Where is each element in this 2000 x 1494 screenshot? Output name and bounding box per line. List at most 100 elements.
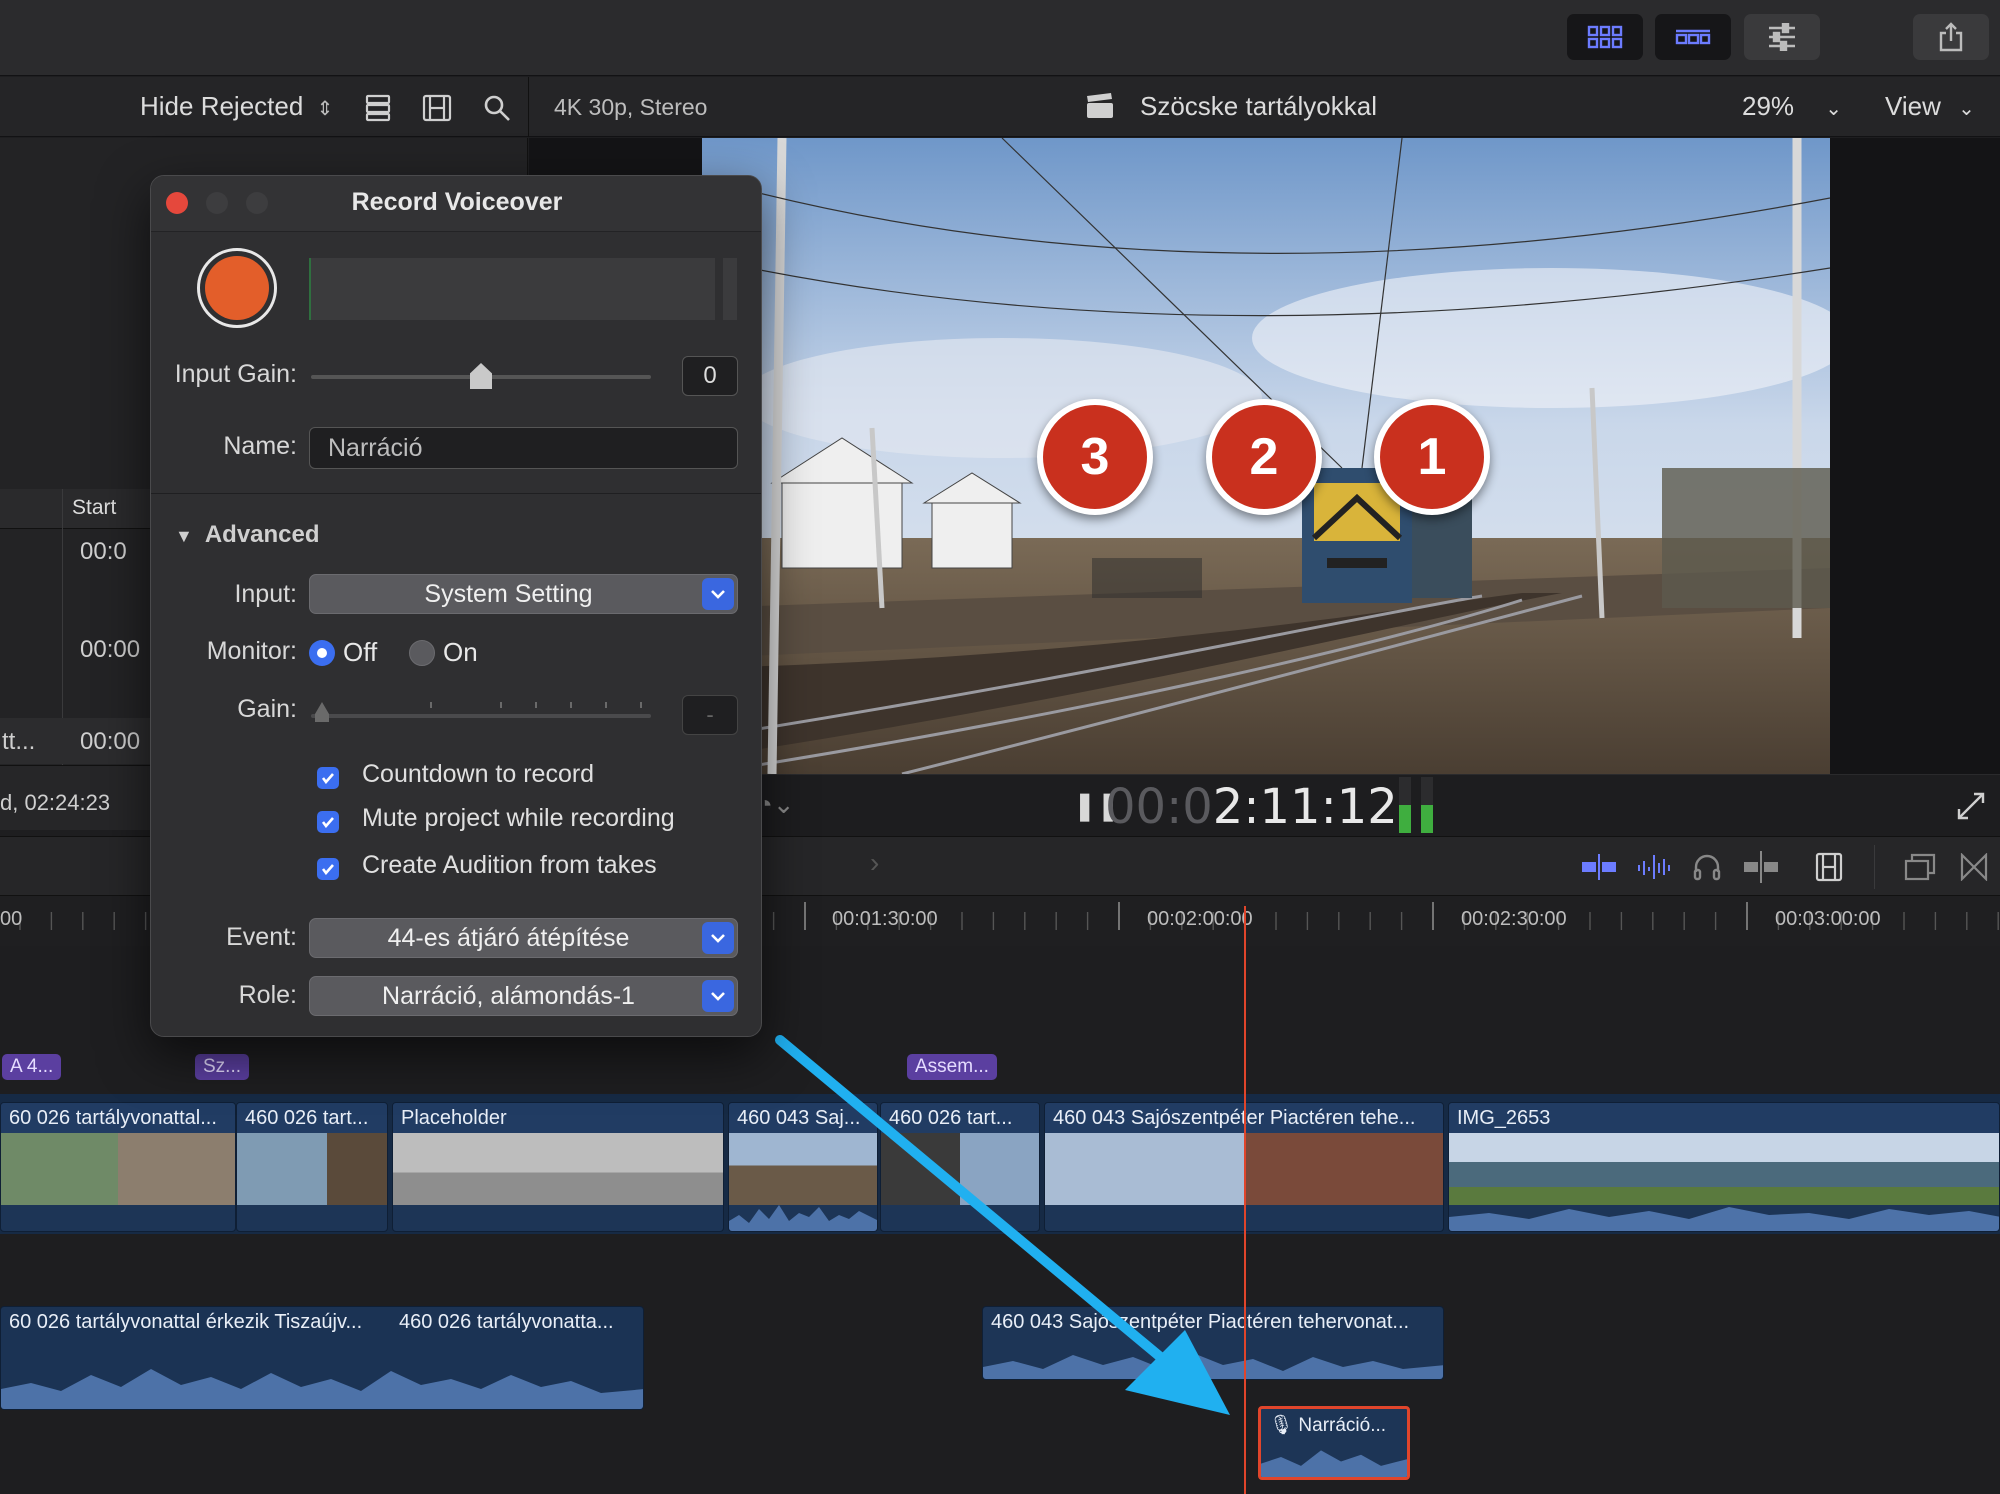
divider [1874, 845, 1875, 889]
annotation-arrow-icon [775, 1035, 1230, 1415]
grid-view-icon [1587, 25, 1623, 49]
gain-field: - [682, 695, 738, 735]
chevron-down-icon [702, 922, 734, 954]
narration-clip[interactable]: 🎙 Narráció... [1258, 1406, 1410, 1480]
fullscreen-icon[interactable] [1956, 791, 1986, 821]
chevron-updown-icon: ⇕ [316, 98, 334, 120]
grid-view-button[interactable] [1567, 14, 1643, 60]
audio-skimming-icon[interactable] [1636, 853, 1672, 881]
checkmark-icon [321, 864, 334, 875]
hide-rejected-filter[interactable]: Hide Rejected ⇕ [140, 91, 333, 122]
view-menu[interactable]: View ⌄ [1885, 91, 1975, 122]
countdown-checkbox[interactable] [317, 767, 339, 789]
clip-skimming-icon[interactable] [1580, 853, 1618, 881]
checkmark-icon [321, 773, 334, 784]
filmstrip-icon[interactable] [422, 94, 452, 122]
clip-title: 🎙 Narráció... [1261, 1409, 1407, 1439]
filmstrip-view-icon [1675, 29, 1711, 45]
mute-project-checkbox[interactable] [317, 811, 339, 833]
audio-clip[interactable]: 60 026 tartályvonattal érkezik Tiszaújv.… [0, 1306, 644, 1410]
callout-badge-2: 2 [1206, 399, 1322, 515]
role-popup[interactable]: Narráció, alámondás-1 [309, 976, 738, 1016]
ruler-label: 00:02:00:00 [1147, 908, 1253, 930]
timeline-view-button[interactable] [1655, 14, 1731, 60]
clip-title: IMG_2653 [1449, 1103, 1999, 1133]
filter-label: Hide Rejected [140, 91, 304, 121]
video-clip[interactable]: IMG_2653 [1448, 1102, 2000, 1232]
list-item[interactable]: 00:00 [80, 636, 140, 664]
input-gain-slider[interactable] [311, 363, 651, 389]
snapping-icon[interactable] [1742, 851, 1780, 883]
inspector-sliders-icon [1769, 23, 1795, 51]
monitor-off-label: Off [343, 637, 378, 667]
timecode-display[interactable]: 00:02:11:12 [1105, 779, 1398, 835]
record-voiceover-dialog: Record Voiceover Input Gain: 0 Name: Nar… [150, 175, 762, 1037]
audio-waveform [1, 1369, 643, 1409]
name-field[interactable]: Narráció [309, 427, 738, 469]
input-value: System Setting [424, 579, 593, 608]
audio-waveform [1261, 1450, 1407, 1477]
gain-slider-ticks [315, 702, 642, 722]
search-icon[interactable] [483, 94, 511, 122]
callout-badge-3: 3 [1037, 399, 1153, 515]
share-button[interactable] [1913, 14, 1989, 60]
input-popup[interactable]: System Setting [309, 574, 738, 614]
headphones-icon[interactable] [1692, 852, 1722, 882]
filmstrip-icon[interactable] [1815, 852, 1843, 882]
clip-thumbnails [393, 1133, 723, 1205]
clip-title: 60 026 tartályvonattal... [1, 1103, 235, 1133]
monitor-label: Monitor: [206, 637, 297, 665]
countdown-label: Countdown to record [362, 760, 595, 788]
transitions-icon[interactable] [1960, 853, 1988, 881]
slider-thumb[interactable] [470, 363, 492, 389]
advanced-disclosure[interactable]: ▼ Advanced [175, 521, 320, 549]
placeholder-clip[interactable]: Placeholder [392, 1102, 724, 1232]
ruler-label: 00:01:30:00 [832, 908, 938, 930]
chevron-down-icon [702, 578, 734, 610]
view-label: View [1885, 91, 1941, 121]
chevron-right-icon[interactable]: › [870, 847, 879, 879]
clip-appearance-icon[interactable] [364, 94, 392, 122]
event-popup[interactable]: 44-es átjáró átépítése [309, 918, 738, 958]
project-title: Szöcske tartályokkal [1140, 91, 1377, 121]
browser-viewer-bar: Hide Rejected ⇕ 4K 30p, Stereo Szöcske t… [0, 77, 2000, 137]
inspector-button[interactable] [1744, 14, 1820, 60]
clip-title: 60 026 tartályvonattal érkezik Tiszaújv.… [9, 1311, 363, 1333]
clip-thumbnails [237, 1133, 387, 1205]
column-start[interactable]: Start [72, 496, 116, 520]
disclosure-triangle-icon: ▼ [175, 526, 193, 546]
gain-label: Gain: [237, 695, 297, 723]
list-item[interactable]: 00:0 [80, 538, 127, 566]
speed-icon[interactable]: ◔⌄ [757, 789, 795, 820]
record-icon [205, 256, 269, 320]
marker-tag[interactable]: A 4... [2, 1054, 62, 1080]
checkmark-icon [321, 817, 334, 828]
marker-tag[interactable]: Sz... [195, 1054, 250, 1080]
role-value: Narráció, alámondás-1 [382, 981, 635, 1010]
narration-clip-label: Narráció... [1298, 1415, 1387, 1436]
input-gain-label: Input Gain: [174, 360, 297, 388]
video-clip[interactable]: 60 026 tartályvonattal... [0, 1102, 236, 1232]
zoom-value: 29% [1742, 91, 1795, 121]
create-audition-checkbox[interactable] [317, 858, 339, 880]
zoom-menu[interactable]: 29% ⌄ [1742, 91, 1842, 122]
top-toolbar [0, 0, 2000, 76]
monitor-on-radio[interactable] [409, 640, 435, 666]
create-audition-label: Create Audition from takes [362, 851, 657, 879]
final-cut-window: Hide Rejected ⇕ 4K 30p, Stereo Szöcske t… [0, 0, 2000, 1494]
clip-thumbnails [1, 1133, 235, 1205]
audio-waveform [1449, 1207, 1999, 1231]
list-item[interactable]: 00:00 [80, 728, 140, 756]
microphone-icon: 🎙 [1269, 1415, 1294, 1436]
clip-title: 460 026 tart... [237, 1103, 387, 1133]
input-gain-field[interactable]: 0 [682, 356, 738, 396]
mute-project-label: Mute project while recording [362, 804, 675, 832]
monitor-off-radio[interactable] [309, 640, 335, 666]
chevron-down-icon: ⌄ [1825, 98, 1843, 120]
clip-title: Placeholder [393, 1103, 723, 1133]
level-meter [309, 258, 715, 320]
ruler-label: 00:02:30:00 [1461, 908, 1567, 930]
record-button[interactable] [197, 248, 277, 328]
video-clip[interactable]: 460 026 tart... [236, 1102, 388, 1232]
clip-appearance-icon[interactable] [1904, 853, 1936, 881]
